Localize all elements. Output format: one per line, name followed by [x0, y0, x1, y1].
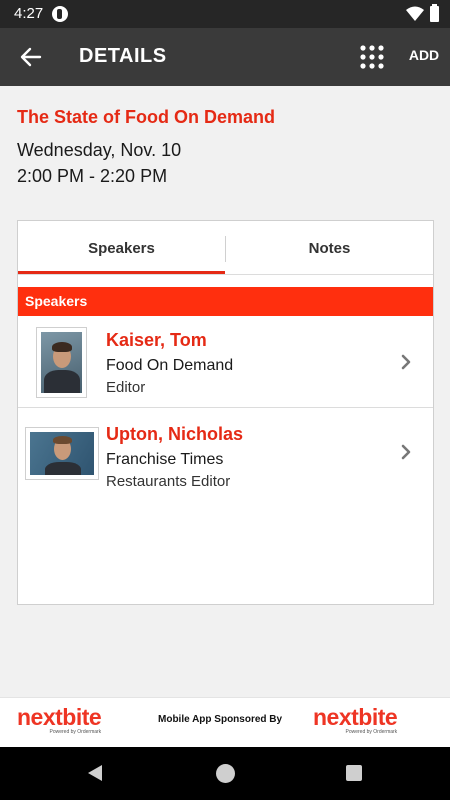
details-card: Speakers Notes Speakers Kaiser, Tom Food… [17, 220, 434, 605]
session-date: Wednesday, Nov. 10 [17, 140, 182, 160]
speaker-photo [25, 427, 99, 480]
sponsor-logo-left: nextbite Powered by Ordermark [17, 704, 102, 735]
speaker-role: Editor [106, 379, 146, 396]
speaker-name: Upton, Nicholas [106, 424, 244, 444]
status-time: 4:27 [14, 5, 44, 22]
tab-speakers[interactable]: Speakers [18, 221, 225, 275]
speaker-photo [36, 327, 87, 398]
speaker-company: Food On Demand [106, 357, 234, 374]
grid-icon[interactable] [359, 44, 385, 70]
system-nav-bar [0, 747, 450, 800]
notification-app-icon [52, 6, 68, 22]
sponsor-text: Mobile App Sponsored By [158, 714, 283, 725]
speaker-name: Kaiser, Tom [106, 330, 207, 350]
sponsor-logo-right: nextbite Powered by Ordermark [313, 704, 398, 735]
speaker-role: Restaurants Editor [106, 473, 231, 490]
speaker-row[interactable]: Upton, Nicholas Franchise Times Restaura… [18, 409, 433, 500]
tab-notes[interactable]: Notes [226, 221, 433, 275]
back-arrow-icon[interactable] [18, 44, 44, 70]
add-button[interactable]: ADD [400, 47, 448, 63]
speaker-company: Franchise Times [106, 451, 224, 468]
chevron-right-icon [401, 354, 411, 370]
battery-icon [430, 4, 439, 22]
nav-recents-icon[interactable] [346, 765, 362, 781]
nav-home-icon[interactable] [216, 764, 235, 783]
session-title: The State of Food On Demand [17, 107, 276, 127]
sponsor-footer[interactable]: nextbite Powered by Ordermark Mobile App… [0, 697, 450, 747]
tab-divider-line [18, 274, 433, 275]
page-title: DETAILS [79, 45, 167, 67]
app-bar: DETAILS ADD [0, 28, 450, 86]
session-time: 2:00 PM - 2:20 PM [17, 166, 168, 186]
speaker-row[interactable]: Kaiser, Tom Food On Demand Editor [18, 317, 433, 408]
status-bar: 4:27 [0, 0, 450, 28]
speakers-section-header: Speakers [18, 287, 433, 316]
nav-back-icon[interactable] [86, 763, 104, 783]
chevron-right-icon [401, 444, 411, 460]
wifi-icon [406, 6, 424, 21]
